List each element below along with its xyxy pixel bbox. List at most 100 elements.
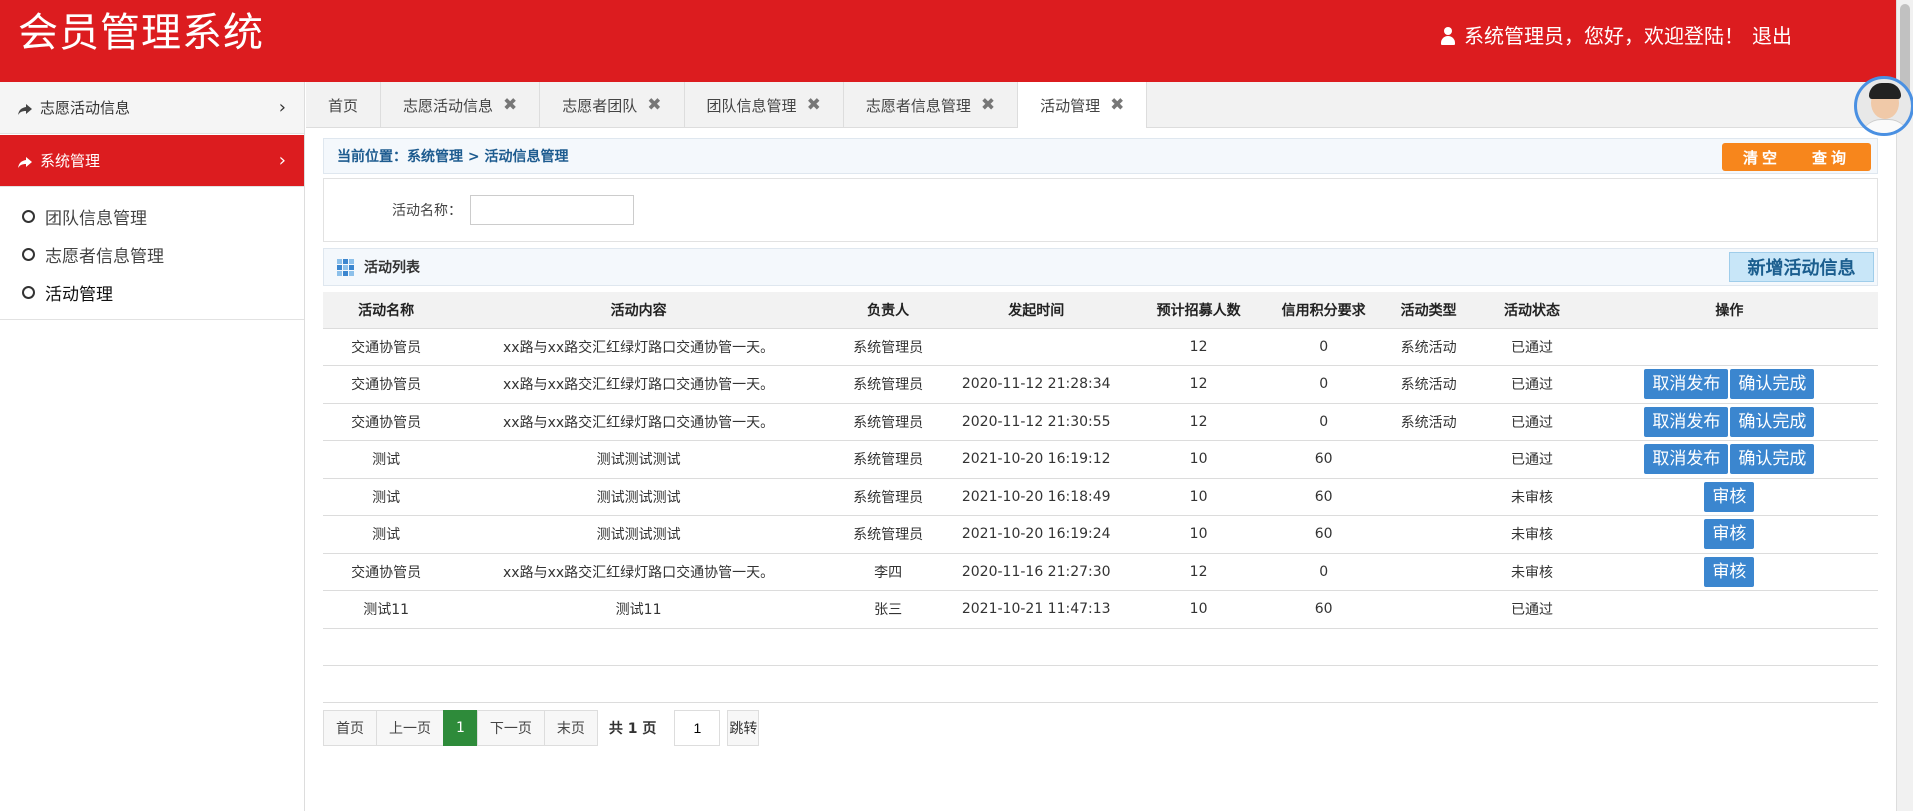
avatar[interactable] <box>1854 76 1913 136</box>
confirm-complete-button[interactable]: 确认完成 <box>1730 369 1815 400</box>
table-cell-time <box>948 327 1124 366</box>
column-header: 活动内容 <box>610 302 667 319</box>
table-row: 测试 测试测试测试 系统管理员 2021-10-20 16:19:12 10 60 已通过取… <box>323 440 1878 478</box>
table-cell-ops: 审核 <box>1580 552 1878 591</box>
list-title: 活动列表 <box>364 260 420 276</box>
query-button[interactable]: 查询 <box>1791 143 1871 171</box>
close-icon[interactable]: ✖ <box>807 95 821 115</box>
table-cell-status: 已通过 <box>1483 440 1581 478</box>
next-page-button[interactable]: 下一页 <box>476 709 545 746</box>
main-content: 当前位置：系统管理 > 活动信息管理 清空 查询 活动名称： 活动列表 新增活动… <box>323 138 1878 746</box>
sidebar-item-activity-management[interactable]: 活动管理 <box>0 273 304 311</box>
activity-name-label: 活动名称： <box>392 203 462 219</box>
table-cell-ops: 取消发布 确认完成 <box>1580 402 1878 441</box>
table-cell-type: 系统活动 <box>1374 327 1484 366</box>
review-button[interactable]: 审核 <box>1704 519 1755 550</box>
close-icon[interactable]: ✖ <box>981 95 995 115</box>
table-cell-count: 12 <box>1124 552 1274 591</box>
last-page-button[interactable]: 末页 <box>543 709 598 746</box>
column-header: 预计招募人数 <box>1156 302 1241 319</box>
close-icon[interactable]: ✖ <box>1110 95 1124 115</box>
table-cell-credit: 0 <box>1273 365 1375 403</box>
sidebar-group-system-management[interactable]: 系统管理 › <box>0 135 304 187</box>
tab-label: 志愿活动信息 <box>403 96 494 115</box>
list-header-bar: 活动列表 新增活动信息 <box>323 248 1878 286</box>
column-header: 发起时间 <box>1008 302 1065 319</box>
tab-team-info[interactable]: 团队信息管理 ✖ <box>685 82 844 128</box>
table-cell-count: 12 <box>1124 327 1274 366</box>
table-cell-ops <box>1580 590 1878 628</box>
table-cell-ops <box>1580 327 1878 366</box>
table-cell-ops: 取消发布 确认完成 <box>1580 440 1878 478</box>
close-icon[interactable]: ✖ <box>647 95 661 115</box>
confirm-complete-button[interactable]: 确认完成 <box>1730 444 1815 475</box>
user-info: 系统管理员，您好，欢迎登陆！ 退出 <box>1440 22 1792 50</box>
empty-cell <box>323 627 1878 665</box>
table-cell-content: xx路与xx路交汇红绿灯路口交通协管一天。 <box>449 327 828 366</box>
tab-volunteer-team[interactable]: 志愿者团队 ✖ <box>540 82 685 128</box>
first-page-button[interactable]: 首页 <box>323 709 377 746</box>
table-cell-content: xx路与xx路交汇红绿灯路口交通协管一天。 <box>449 552 828 591</box>
breadcrumb-item[interactable]: 系统管理 <box>407 149 463 165</box>
close-icon[interactable]: ✖ <box>503 95 517 115</box>
prev-page-button[interactable]: 上一页 <box>376 709 444 746</box>
table-cell-name: 交通协管员 <box>323 327 450 366</box>
table-row: 交通协管员 xx路与xx路交汇红绿灯路口交通协管一天。 系统管理员 2020-11-1… <box>323 402 1878 441</box>
tab-label: 团队信息管理 <box>706 96 797 115</box>
table-cell-type: 系统活动 <box>1374 365 1484 403</box>
table-cell-content: 测试测试测试 <box>449 515 828 553</box>
table-cell-type: 系统活动 <box>1374 402 1484 441</box>
breadcrumb-prefix: 当前位置： <box>337 149 407 165</box>
sidebar-group-volunteer-activity[interactable]: 志愿活动信息 › <box>0 82 304 134</box>
unpublish-button[interactable]: 取消发布 <box>1644 369 1729 400</box>
unpublish-button[interactable]: 取消发布 <box>1644 406 1729 437</box>
clear-button[interactable]: 清空 <box>1722 143 1802 171</box>
table-cell-time: 2021-10-20 16:19:12 <box>948 440 1124 478</box>
table-cell-status: 未审核 <box>1483 515 1581 553</box>
activity-name-input[interactable] <box>470 195 634 225</box>
empty-row <box>323 664 1878 703</box>
confirm-complete-button[interactable]: 确认完成 <box>1730 406 1815 437</box>
table-cell-owner: 系统管理员 <box>827 440 949 478</box>
table-cell-status: 未审核 <box>1483 477 1581 516</box>
unpublish-button[interactable]: 取消发布 <box>1644 444 1729 475</box>
review-button[interactable]: 审核 <box>1704 556 1755 587</box>
tab-volunteer-activity[interactable]: 志愿活动信息 ✖ <box>381 82 541 128</box>
review-button[interactable]: 审核 <box>1704 481 1755 512</box>
table-row: 测试 测试测试测试 系统管理员 2021-10-20 16:18:49 10 60 未审核审… <box>323 477 1878 516</box>
table-cell-status: 已通过 <box>1483 365 1581 403</box>
logout-link[interactable]: 退出 <box>1752 22 1792 50</box>
sidebar-item-label: 活动管理 <box>45 284 113 305</box>
table-cell-credit: 60 <box>1273 477 1375 516</box>
sidebar-item-team-info[interactable]: 团队信息管理 <box>0 197 304 235</box>
tab-label: 活动管理 <box>1040 96 1101 115</box>
table-cell-credit: 0 <box>1273 552 1375 591</box>
tab-activity-management[interactable]: 活动管理 ✖ <box>1018 82 1148 128</box>
table-cell-time: 2021-10-20 16:19:24 <box>948 515 1124 553</box>
sidebar-item-volunteer-info[interactable]: 志愿者信息管理 <box>0 235 304 273</box>
tab-label: 志愿者信息管理 <box>865 96 971 115</box>
share-arrow-icon <box>18 102 32 115</box>
breadcrumb: 当前位置：系统管理 > 活动信息管理 <box>337 146 568 166</box>
column-header: 负责人 <box>867 302 910 319</box>
table-cell-type <box>1374 552 1484 591</box>
table-cell-name: 测试11 <box>323 590 450 628</box>
sidebar-item-label: 志愿者信息管理 <box>45 246 164 267</box>
jump-button[interactable]: 跳转 <box>727 709 760 746</box>
tab-volunteer-info[interactable]: 志愿者信息管理 ✖ <box>844 82 1019 128</box>
table-cell-name: 交通协管员 <box>323 552 450 591</box>
add-activity-button[interactable]: 新增活动信息 <box>1729 252 1874 282</box>
search-panel: 活动名称： <box>323 178 1878 242</box>
share-arrow-icon <box>18 155 32 168</box>
table-cell-credit: 0 <box>1273 402 1375 441</box>
table-cell-time: 2021-10-20 16:18:49 <box>948 477 1124 516</box>
column-header: 活动名称 <box>358 302 415 319</box>
tab-home[interactable]: 首页 <box>306 82 382 128</box>
breadcrumb-item: 活动信息管理 <box>484 149 569 165</box>
page-jump-input[interactable] <box>674 709 721 746</box>
current-page-button[interactable]: 1 <box>443 709 478 746</box>
table-cell-time: 2021-10-21 11:47:13 <box>948 590 1124 628</box>
table-cell-name: 测试 <box>323 440 450 478</box>
table-cell-owner: 李四 <box>827 552 949 591</box>
activity-table: 活动名称 活动内容 负责人 发起时间 预计招募人数 信用积分要求 活动类型 活动… <box>323 292 1878 703</box>
